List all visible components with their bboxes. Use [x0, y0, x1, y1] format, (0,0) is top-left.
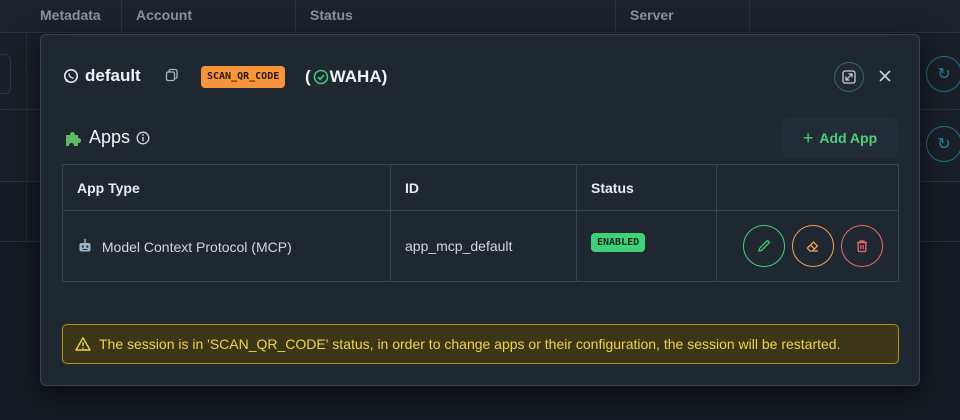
pencil-icon [758, 240, 770, 252]
column-server[interactable]: Server [616, 0, 750, 33]
puzzle-icon [66, 131, 81, 146]
plus-icon: + [802, 127, 814, 148]
edit-app-button[interactable] [743, 225, 785, 267]
session-name: default [85, 66, 141, 85]
column-id: ID [390, 164, 577, 211]
table-header-row: App Type ID Status [62, 164, 899, 211]
eraser-icon [806, 241, 819, 252]
close-button[interactable] [874, 65, 896, 87]
expand-button[interactable] [834, 62, 864, 92]
status-badge: SCAN_QR_CODE [201, 66, 286, 88]
app-type-cell: Model Context Protocol (MCP) [62, 210, 391, 282]
column-status[interactable]: Status [296, 0, 616, 33]
clear-app-button[interactable] [792, 225, 834, 267]
warning-text: The session is in 'SCAN_QR_CODE' status,… [99, 336, 841, 352]
add-app-button[interactable]: + Add App [782, 118, 898, 158]
warning-icon [75, 337, 91, 351]
session-apps-modal: default SCAN_QR_CODE ( WAHA) Apps + Add … [40, 34, 920, 386]
restart-button[interactable]: ↻ [926, 56, 960, 92]
close-icon [879, 70, 891, 82]
app-status-cell: ENABLED [576, 210, 717, 282]
restart-button[interactable]: ↻ [926, 126, 960, 162]
app-type-label: Model Context Protocol (MCP) [101, 238, 292, 255]
robot-icon [79, 238, 91, 251]
engine-open-paren: ( [305, 67, 311, 86]
enabled-badge: ENABLED [591, 232, 646, 252]
restart-warning: The session is in 'SCAN_QR_CODE' status,… [62, 324, 899, 364]
app-id-cell: app_mcp_default [390, 210, 577, 282]
expand-icon [842, 70, 856, 84]
delete-app-button[interactable] [841, 225, 883, 267]
apps-heading: Apps [63, 127, 150, 148]
add-app-label: Add App [819, 130, 878, 146]
trash-icon [857, 240, 867, 253]
column-account[interactable]: Account [122, 0, 296, 33]
session-selector[interactable] [0, 54, 11, 94]
info-icon[interactable] [136, 131, 150, 145]
check-circle-icon [313, 69, 328, 85]
table-header: Metadata Account Status Server [0, 0, 960, 33]
column-app-type: App Type [62, 164, 391, 211]
app-actions-cell [716, 210, 899, 282]
whatsapp-icon [64, 69, 78, 83]
column-actions [716, 164, 899, 211]
modal-title: default [63, 66, 141, 86]
column-metadata[interactable]: Metadata [26, 0, 122, 33]
apps-table: App Type ID Status Model Context Protoco… [62, 164, 899, 282]
copy-icon[interactable] [165, 68, 179, 82]
apps-title: Apps [89, 127, 131, 147]
engine-label: ( WAHA) [305, 66, 387, 88]
column-status: Status [576, 164, 717, 211]
engine-name: WAHA) [329, 67, 388, 86]
table-row: Model Context Protocol (MCP) app_mcp_def… [62, 210, 899, 282]
